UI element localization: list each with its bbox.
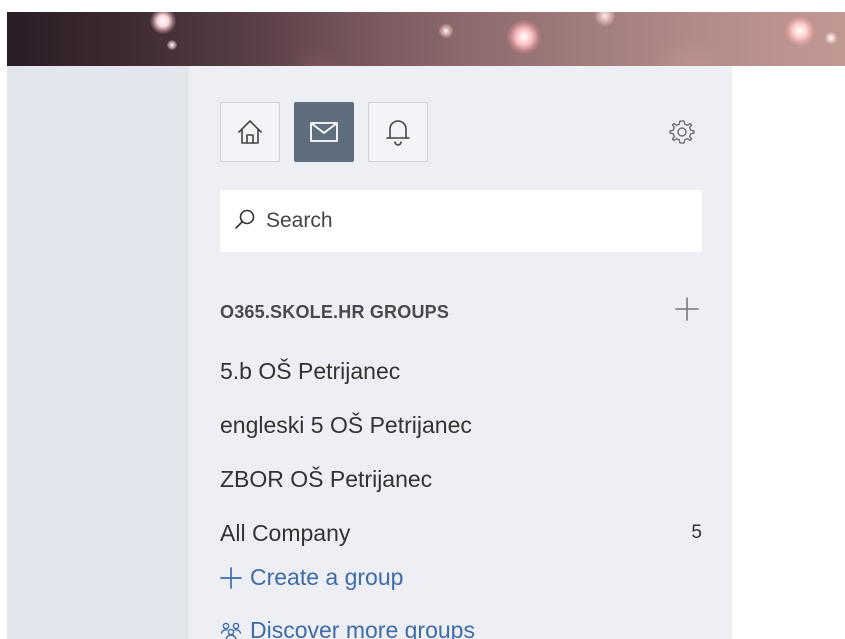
group-name: engleski 5 OŠ Petrijanec: [220, 411, 472, 438]
plus-icon: [674, 296, 700, 327]
plus-icon: [220, 566, 250, 589]
banner-light: [439, 24, 453, 38]
home-icon: [236, 118, 264, 146]
gear-icon: [668, 118, 696, 151]
discover-groups-label: Discover more groups: [250, 617, 475, 639]
banner-light: [150, 12, 176, 34]
banner-light: [785, 16, 815, 46]
banner-light: [287, 42, 347, 66]
create-group-label: Create a group: [250, 564, 404, 590]
group-item[interactable]: engleski 5 OŠ Petrijanec: [220, 398, 702, 452]
bell-icon: [385, 117, 411, 147]
banner-light: [647, 36, 727, 66]
group-count: 5: [691, 522, 702, 543]
groups-section-title: O365.SKOLE.HR GROUPS: [220, 302, 450, 322]
group-name: ZBOR OŠ Petrijanec: [220, 465, 433, 492]
groups-section-header: O365.SKOLE.HR GROUPS: [220, 295, 702, 331]
people-icon: [220, 620, 250, 639]
banner-light: [507, 20, 541, 54]
header-banner: [7, 12, 845, 66]
group-item[interactable]: ZBOR OŠ Petrijanec: [220, 452, 702, 506]
banner-light: [167, 40, 177, 50]
mail-button[interactable]: [294, 102, 354, 162]
groups-list: 5.b OŠ Petrijanec engleski 5 OŠ Petrijan…: [220, 344, 702, 560]
group-item[interactable]: All Company 5: [220, 506, 702, 560]
search-box[interactable]: [220, 190, 702, 252]
group-name: All Company: [220, 519, 351, 546]
add-group-button[interactable]: [671, 295, 703, 327]
banner-light: [825, 32, 837, 44]
group-item[interactable]: 5.b OŠ Petrijanec: [220, 344, 702, 398]
navigation-panel: O365.SKOLE.HR GROUPS 5.b OŠ Petrijanec e…: [189, 66, 732, 639]
search-input[interactable]: [266, 209, 666, 233]
group-name: 5.b OŠ Petrijanec: [220, 357, 401, 384]
settings-button[interactable]: [667, 119, 697, 149]
notifications-button[interactable]: [368, 102, 428, 162]
search-icon: [234, 208, 256, 235]
home-button[interactable]: [220, 102, 280, 162]
discover-groups-link[interactable]: Discover more groups: [220, 617, 475, 639]
create-group-link[interactable]: Create a group: [220, 564, 403, 591]
left-rail: [7, 66, 189, 639]
banner-light: [595, 12, 615, 26]
mail-icon: [309, 120, 339, 144]
